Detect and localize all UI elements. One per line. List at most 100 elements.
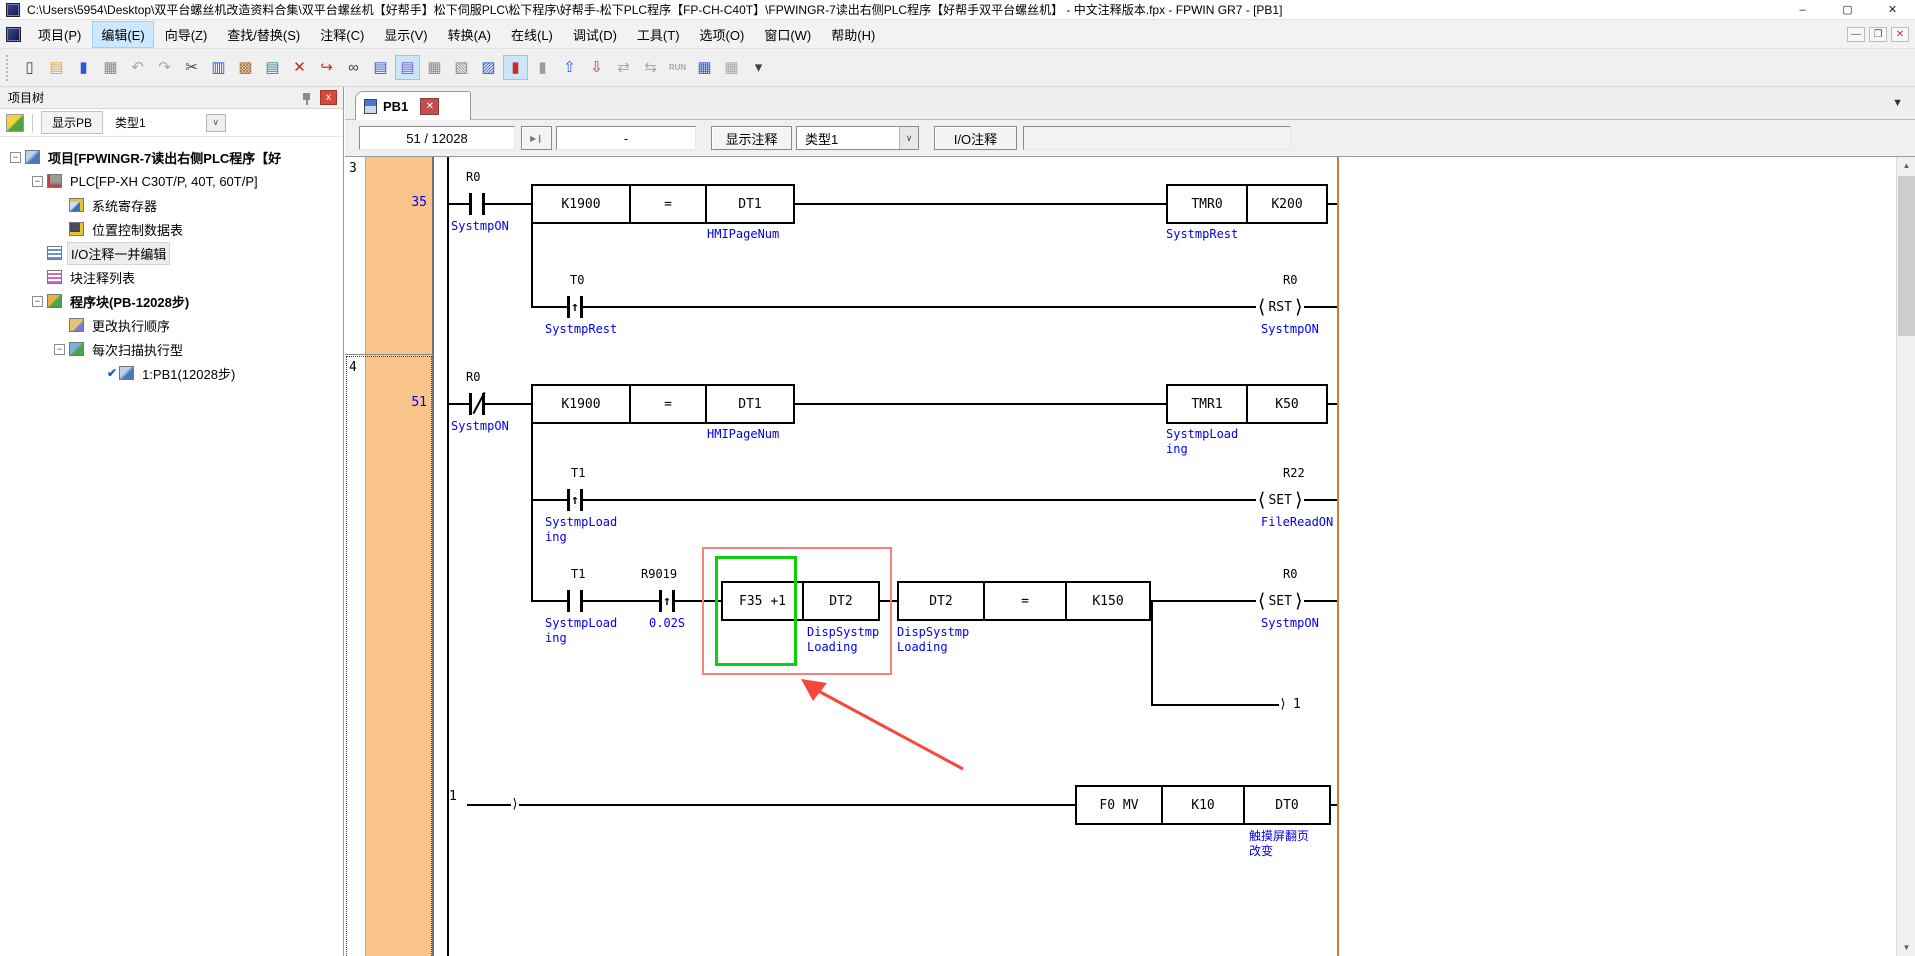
timer-name[interactable]: TMR1 (1168, 386, 1246, 422)
diff-contact-r9019[interactable]: ↑ (659, 590, 675, 612)
compare-operator[interactable]: = (983, 583, 1065, 619)
scroll-up-icon[interactable]: ▲ (1897, 157, 1915, 174)
menu-display[interactable]: 显示(V) (375, 21, 436, 48)
vertical-scrollbar[interactable]: ▲ ▼ (1896, 157, 1915, 956)
menu-options[interactable]: 选项(O) (691, 21, 754, 48)
monitor-step-button[interactable]: ▶❙ (521, 126, 552, 150)
step-counter-field[interactable]: 51 / 12028 (359, 126, 515, 150)
move-source[interactable]: K10 (1161, 787, 1243, 823)
ladder-editor-canvas[interactable]: 3 35 4 51 R0 SystmpON K1900 = DT1 HMIPag… (345, 157, 1896, 956)
toolbar-grip[interactable] (6, 55, 11, 81)
diff-contact-t0[interactable]: ↑ (567, 296, 583, 318)
expand-box-icon[interactable]: − (54, 344, 65, 355)
program-check-icon[interactable]: ⇄ (611, 55, 636, 80)
print-icon[interactable]: ▦ (98, 55, 123, 80)
jump-arrow-icon[interactable]: ↪ (314, 55, 339, 80)
comment-display-field[interactable] (1023, 126, 1291, 150)
close-button[interactable]: ✕ (1870, 0, 1915, 20)
tab-close-icon[interactable]: ✕ (420, 98, 439, 115)
redo-icon[interactable]: ↷ (152, 55, 177, 80)
comment-type-select[interactable]: 类型1 ∨ (796, 126, 919, 150)
tree-item-block-comment-list[interactable]: − 块注释列表 (0, 265, 343, 289)
menu-online[interactable]: 在线(L) (502, 21, 562, 48)
tree-item-io-comment-edit[interactable]: − I/O注释一并编辑 (0, 241, 343, 265)
monitor-value-field[interactable]: - (556, 126, 696, 150)
compare-operand1[interactable]: K1900 (533, 386, 629, 422)
mdi-close-button[interactable]: ✕ (1891, 27, 1909, 42)
find-binoculars-icon[interactable]: ∞ (341, 55, 366, 80)
compare-operand2[interactable]: K150 (1065, 583, 1149, 619)
download-to-plc-icon[interactable]: ⇩ (584, 55, 609, 80)
pin-icon[interactable] (300, 91, 316, 105)
tree-item-position-control-table[interactable]: − 位置控制数据表 (0, 217, 343, 241)
nc-contact-r0[interactable] (469, 393, 485, 415)
compare-operator[interactable]: = (629, 186, 705, 222)
monitor-settings-icon[interactable]: ▨ (476, 55, 501, 80)
menu-find-replace[interactable]: 查找/替换(S) (218, 21, 309, 48)
move-instruction[interactable]: F0 MV (1077, 787, 1161, 823)
chevron-down-icon[interactable]: ∨ (206, 114, 226, 132)
tab-list-dropdown-icon[interactable]: ▼ (1892, 97, 1903, 109)
grid-display-icon[interactable]: ▦ (422, 55, 447, 80)
tree-item-scan-execution-type[interactable]: − 每次扫描执行型 (0, 337, 343, 361)
show-comment-button[interactable]: 显示注释 (711, 126, 792, 150)
compare-operand2[interactable]: DT1 (705, 186, 793, 222)
copy-icon[interactable]: ▥ (206, 55, 231, 80)
online-monitor-icon[interactable]: ▮ (503, 55, 528, 80)
open-folder-icon[interactable]: ▤ (44, 55, 69, 80)
tree-item-plc[interactable]: − PLC[FP-XH C30T/P, 40T, 60T/P] (0, 169, 343, 193)
compare-operand1[interactable]: DT2 (899, 583, 983, 619)
no-contact-r0[interactable] (469, 193, 485, 215)
save-icon[interactable]: ▮ (71, 55, 96, 80)
diff-contact-t1[interactable]: ↑ (567, 489, 583, 511)
tree-item-project[interactable]: − 项目[FPWINGR-7读出右侧PLC程序【好 (0, 145, 343, 169)
timer-preset[interactable]: K50 (1246, 386, 1326, 422)
io-comment-button[interactable]: I/O注释 (934, 126, 1017, 150)
expand-box-icon[interactable]: − (32, 296, 43, 307)
timer-preset[interactable]: K200 (1246, 186, 1326, 222)
device-monitor-icon[interactable]: ▦ (692, 55, 717, 80)
scrollbar-thumb[interactable] (1898, 176, 1915, 336)
rst-coil[interactable]: ⟨ RST ⟩ (1256, 296, 1304, 318)
compare-operand1[interactable]: K1900 (533, 186, 629, 222)
minimize-button[interactable]: – (1780, 0, 1825, 20)
move-destination[interactable]: DT0 (1243, 787, 1329, 823)
tab-pb1[interactable]: PB1 ✕ (355, 91, 471, 120)
compare-operator[interactable]: = (629, 386, 705, 422)
set-coil-r22[interactable]: ⟨ SET ⟩ (1256, 489, 1304, 511)
cut-icon[interactable]: ✂ (179, 55, 204, 80)
paste-icon[interactable]: ▩ (233, 55, 258, 80)
maximize-button[interactable]: ▢ (1825, 0, 1870, 20)
compare-operand2[interactable]: DT1 (705, 386, 793, 422)
compare-block[interactable]: K1900 = DT1 (531, 384, 795, 424)
status-display-icon[interactable]: ▦ (719, 55, 744, 80)
menu-comment[interactable]: 注释(C) (311, 21, 373, 48)
mdi-restore-button[interactable]: ❐ (1869, 27, 1887, 42)
grid-display-alt-icon[interactable]: ▧ (449, 55, 474, 80)
menu-wizard[interactable]: 向导(Z) (156, 21, 217, 48)
add-instruction-icon[interactable] (6, 114, 24, 132)
mdi-minimize-button[interactable]: — (1847, 27, 1865, 42)
expand-box-icon[interactable]: − (10, 152, 21, 163)
tree-item-pb1[interactable]: − ✔ 1:PB1(12028步) (0, 361, 343, 385)
menu-project[interactable]: 项目(P) (29, 21, 90, 48)
expand-box-icon[interactable]: − (32, 176, 43, 187)
new-file-icon[interactable]: ▯ (17, 55, 42, 80)
menu-edit[interactable]: 编辑(E) (92, 21, 153, 48)
set-coil-r0[interactable]: ⟨ SET ⟩ (1256, 590, 1304, 612)
chevron-down-icon[interactable]: ∨ (899, 127, 918, 149)
compare-block-dt2[interactable]: DT2 = K150 (897, 581, 1151, 621)
menu-window[interactable]: 窗口(W) (755, 21, 820, 48)
instruction-list-icon[interactable]: ▤ (368, 55, 393, 80)
program-convert-icon[interactable]: ⇆ (638, 55, 663, 80)
comment-display-icon[interactable]: ▤ (395, 55, 420, 80)
compare-block[interactable]: K1900 = DT1 (531, 184, 795, 224)
move-block-f0mv[interactable]: F0 MV K10 DT0 (1075, 785, 1331, 825)
show-pb-button[interactable]: 显示PB (41, 111, 103, 134)
no-contact-t1[interactable] (567, 590, 583, 612)
menu-debug[interactable]: 调试(D) (564, 21, 626, 48)
tree-item-system-registers[interactable]: − 系统寄存器 (0, 193, 343, 217)
timer-block-tmr0[interactable]: TMR0 K200 (1166, 184, 1328, 224)
tree-item-program-blocks[interactable]: − 程序块(PB-12028步) (0, 289, 343, 313)
upload-from-plc-icon[interactable]: ⇧ (557, 55, 582, 80)
